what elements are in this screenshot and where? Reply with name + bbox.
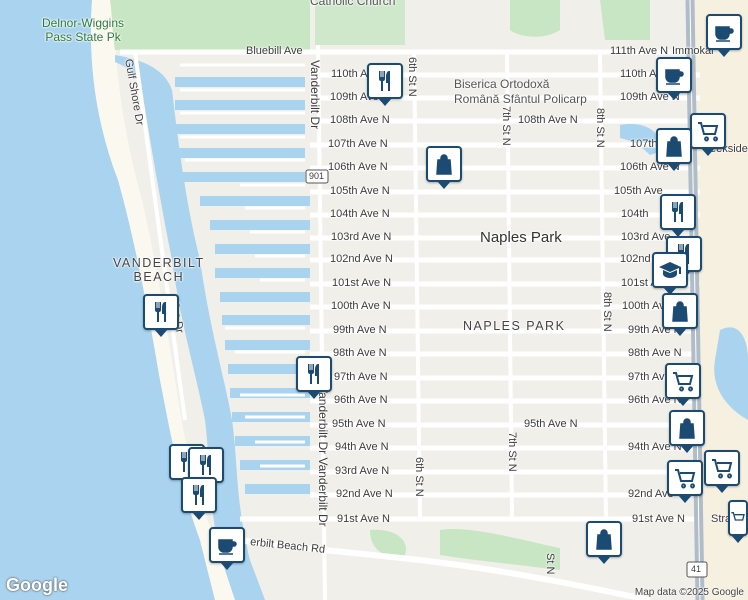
- graduation-cap-icon: [659, 262, 681, 278]
- shopping-cart-icon: [712, 459, 733, 479]
- 92nd-ave-left: 92nd Ave N: [336, 488, 393, 500]
- shopping-bag-icon: [436, 154, 452, 175]
- map-attribution[interactable]: Map data ©2025 Google: [635, 587, 744, 598]
- fork-knife-icon: [379, 71, 390, 91]
- orthodox-church-label: Biserica Ortodoxă Română Sfântul Policar…: [454, 77, 587, 106]
- grocery-marker[interactable]: [667, 460, 703, 503]
- shopping-marker[interactable]: [669, 410, 705, 453]
- 104th-ave-right: 104th: [621, 208, 649, 220]
- fork-knife-icon: [200, 455, 211, 475]
- grocery-marker[interactable]: [665, 363, 701, 406]
- 91st-ave-left: 91st Ave N: [337, 513, 390, 525]
- vanderbilt-dr-label: Vanderbilt Dr: [308, 60, 322, 130]
- naples-park-label: Naples Park: [480, 229, 562, 246]
- restaurant-marker[interactable]: [660, 194, 696, 237]
- 105th-ave-right: 105th Ave: [614, 185, 663, 197]
- shopping-marker[interactable]: [662, 293, 698, 336]
- partial-st-label: St N: [544, 553, 556, 575]
- shopping-marker[interactable]: [426, 146, 462, 189]
- restaurant-marker[interactable]: [181, 477, 217, 520]
- 104th-ave-left: 104th Ave N: [330, 208, 390, 220]
- 98th-ave-left: 98th Ave N: [333, 347, 387, 359]
- cafe-marker[interactable]: [656, 57, 692, 100]
- 93rd-ave-left: 93rd Ave N: [335, 465, 390, 477]
- shopping-bag-icon: [672, 301, 688, 322]
- 100th-ave-left: 100th Ave N: [331, 300, 391, 312]
- 95th-ave-left: 95th Ave N: [332, 418, 386, 430]
- 97th-ave-left: 97th Ave N: [334, 371, 388, 383]
- fork-knife-icon: [672, 202, 683, 222]
- 111th-ave-label: 111th Ave N: [610, 45, 669, 57]
- 6th-st-bottom: 6th St N: [413, 457, 425, 497]
- shopping-cart-icon: [673, 372, 694, 392]
- 96th-ave-left: 96th Ave N: [334, 394, 388, 406]
- cafe-marker[interactable]: [209, 527, 245, 570]
- 108th-ave-mid: 108th Ave N: [518, 114, 578, 126]
- 102nd-ave-right: 102nd: [620, 253, 651, 265]
- 103rd-ave-left: 103rd Ave N: [331, 231, 392, 243]
- state-park-label: Delnor-Wiggins Pass State Pk: [42, 16, 125, 44]
- 107th-ave-left: 107th Ave N: [328, 138, 388, 150]
- grocery-marker[interactable]: [690, 113, 726, 156]
- 99th-ave-left: 99th Ave N: [333, 324, 387, 336]
- 103rd-ave-right: 103rd Ave: [621, 231, 671, 243]
- 98th-ave-right: 98th Ave N: [628, 347, 682, 359]
- shopping-bag-icon: [596, 529, 612, 550]
- school-marker[interactable]: [652, 252, 688, 295]
- grocery-marker[interactable]: [704, 450, 740, 493]
- shopping-cart-icon: [731, 512, 745, 521]
- google-logo: Google: [6, 575, 68, 595]
- restaurant-marker[interactable]: [367, 63, 403, 106]
- coffee-cup-icon: [665, 69, 684, 85]
- 102nd-ave-left: 102nd Ave N: [330, 253, 393, 265]
- naples-park-caps-label: NAPLES PARK: [463, 319, 566, 333]
- shopping-marker[interactable]: [656, 128, 692, 171]
- church-top-label: Catholic Church: [310, 0, 396, 8]
- coffee-cup-icon: [715, 26, 734, 42]
- shopping-cart-icon: [675, 469, 696, 489]
- 8th-st-mid: 8th St N: [601, 292, 613, 332]
- bluebill-ave-label: Bluebill Ave: [246, 45, 303, 57]
- 106th-ave-left: 106th Ave N: [328, 161, 388, 173]
- vanderbilt-beach-label: VANDERBILT BEACH: [113, 256, 205, 284]
- 8th-st-top: 8th St N: [594, 108, 606, 148]
- shopping-marker[interactable]: [586, 521, 622, 564]
- 91st-ave-right: 91st Ave N: [632, 513, 685, 525]
- 7th-st-bottom: 7th St N: [506, 432, 518, 472]
- route-901-label: 901: [309, 171, 325, 181]
- 6th-st-top: 6th St N: [406, 57, 418, 97]
- cafe-marker[interactable]: [706, 14, 742, 57]
- 7th-st-top: 7th St N: [500, 106, 512, 146]
- shopping-cart-icon: [698, 122, 719, 142]
- 95th-ave-mid: 95th Ave N: [524, 418, 578, 430]
- fork-knife-icon: [308, 364, 319, 384]
- coffee-cup-icon: [218, 539, 237, 555]
- fork-knife-icon: [193, 485, 204, 505]
- 108th-ave-left: 108th Ave N: [330, 114, 390, 126]
- shopping-bag-icon: [679, 418, 695, 439]
- shopping-bag-icon: [666, 136, 682, 157]
- vanderbilt-dr-label-2: Vanderbilt Dr Vanderbilt Dr: [316, 385, 330, 527]
- route-41-label: 41: [691, 564, 702, 574]
- 101st-ave-left: 101st Ave N: [332, 277, 392, 289]
- restaurant-marker[interactable]: [143, 294, 179, 337]
- fork-knife-icon: [155, 302, 166, 322]
- restaurant-marker[interactable]: [296, 356, 332, 399]
- grocery-marker[interactable]: [728, 500, 748, 543]
- 94th-ave-left: 94th Ave N: [335, 441, 389, 453]
- 105th-ave-left: 105th Ave N: [330, 185, 390, 197]
